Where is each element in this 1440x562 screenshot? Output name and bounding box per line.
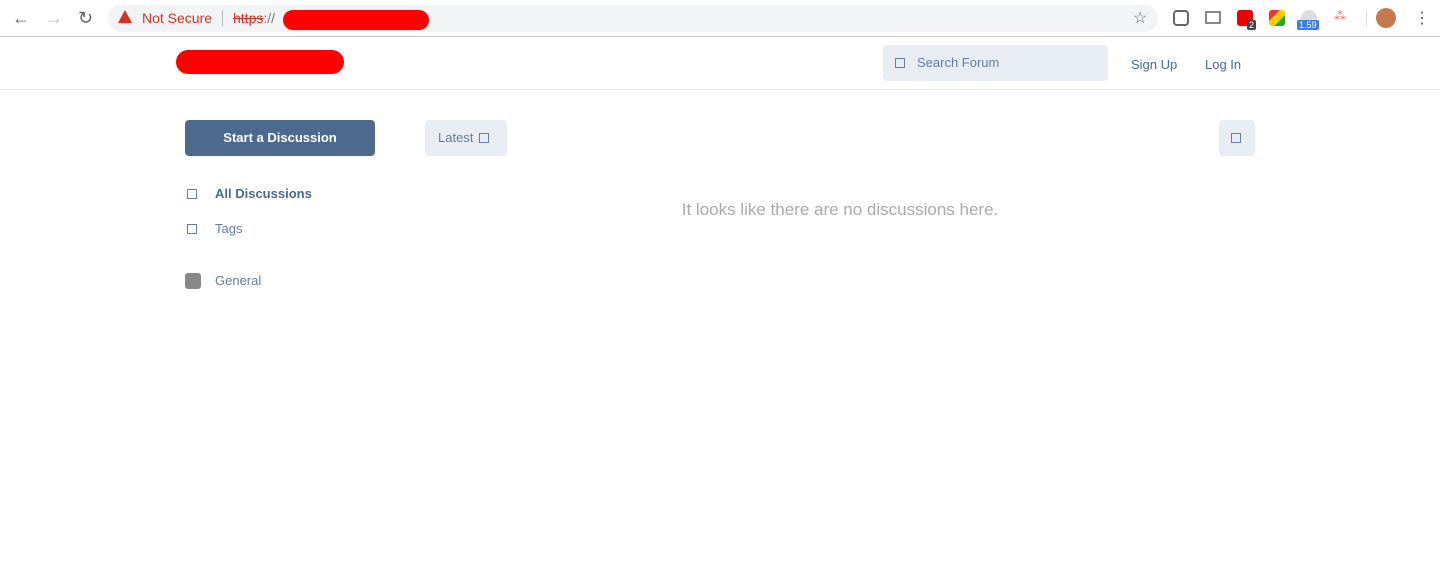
speed-badge: 1.59 [1297, 20, 1319, 30]
reader-icon[interactable] [1205, 11, 1221, 24]
asana-icon[interactable]: ⁂ [1334, 9, 1346, 23]
sort-label: Latest [438, 130, 474, 145]
empty-message: It looks like there are no discussions h… [681, 200, 999, 219]
forum-header: Search Forum Sign Up Log In [0, 38, 1440, 90]
start-discussion-button[interactable]: Start a Discussion [185, 120, 375, 156]
sort-dropdown[interactable]: Latest [425, 120, 507, 156]
security-label[interactable]: Not Secure [142, 10, 212, 26]
warning-icon [118, 10, 132, 23]
search-icon [895, 58, 905, 68]
sign-up-link[interactable]: Sign Up [1131, 57, 1177, 72]
refresh-button[interactable] [1219, 120, 1255, 156]
back-icon[interactable]: ← [12, 8, 30, 29]
log-in-link[interactable]: Log In [1205, 57, 1241, 72]
sidebar-item-label: Tags [215, 221, 243, 236]
caret-icon [479, 133, 490, 143]
reload-icon[interactable]: ↻ [78, 8, 93, 29]
extension-badge: 2 [1247, 20, 1257, 30]
menu-icon[interactable]: ⋮ [1414, 8, 1430, 28]
redacted-url [283, 10, 429, 30]
tags-icon [187, 224, 197, 234]
divider [1366, 10, 1367, 26]
browser-toolbar: ← → ↻ Not Secure https:// ☆ 2 1.59 ⁂ ⋮ [0, 0, 1440, 37]
sidebar-item-label: General [215, 273, 262, 288]
sidebar-item-label: All Discussions [215, 186, 312, 201]
download-extension-icon[interactable] [1269, 10, 1285, 26]
comments-icon [187, 189, 197, 199]
url-sep: :// [263, 10, 276, 26]
tag-color-icon [185, 273, 201, 289]
forward-icon[interactable]: → [45, 8, 63, 29]
search-placeholder: Search Forum [917, 55, 1000, 70]
profile-avatar[interactable] [1376, 8, 1396, 28]
search-input[interactable]: Search Forum [883, 45, 1108, 81]
redacted-logo [176, 50, 344, 74]
url-text[interactable]: https:// [233, 10, 275, 26]
pocket-icon[interactable] [1173, 10, 1189, 26]
refresh-icon [1231, 133, 1241, 143]
divider [222, 10, 223, 26]
url-scheme: https [233, 10, 264, 26]
bookmark-star-icon[interactable]: ☆ [1133, 8, 1147, 28]
